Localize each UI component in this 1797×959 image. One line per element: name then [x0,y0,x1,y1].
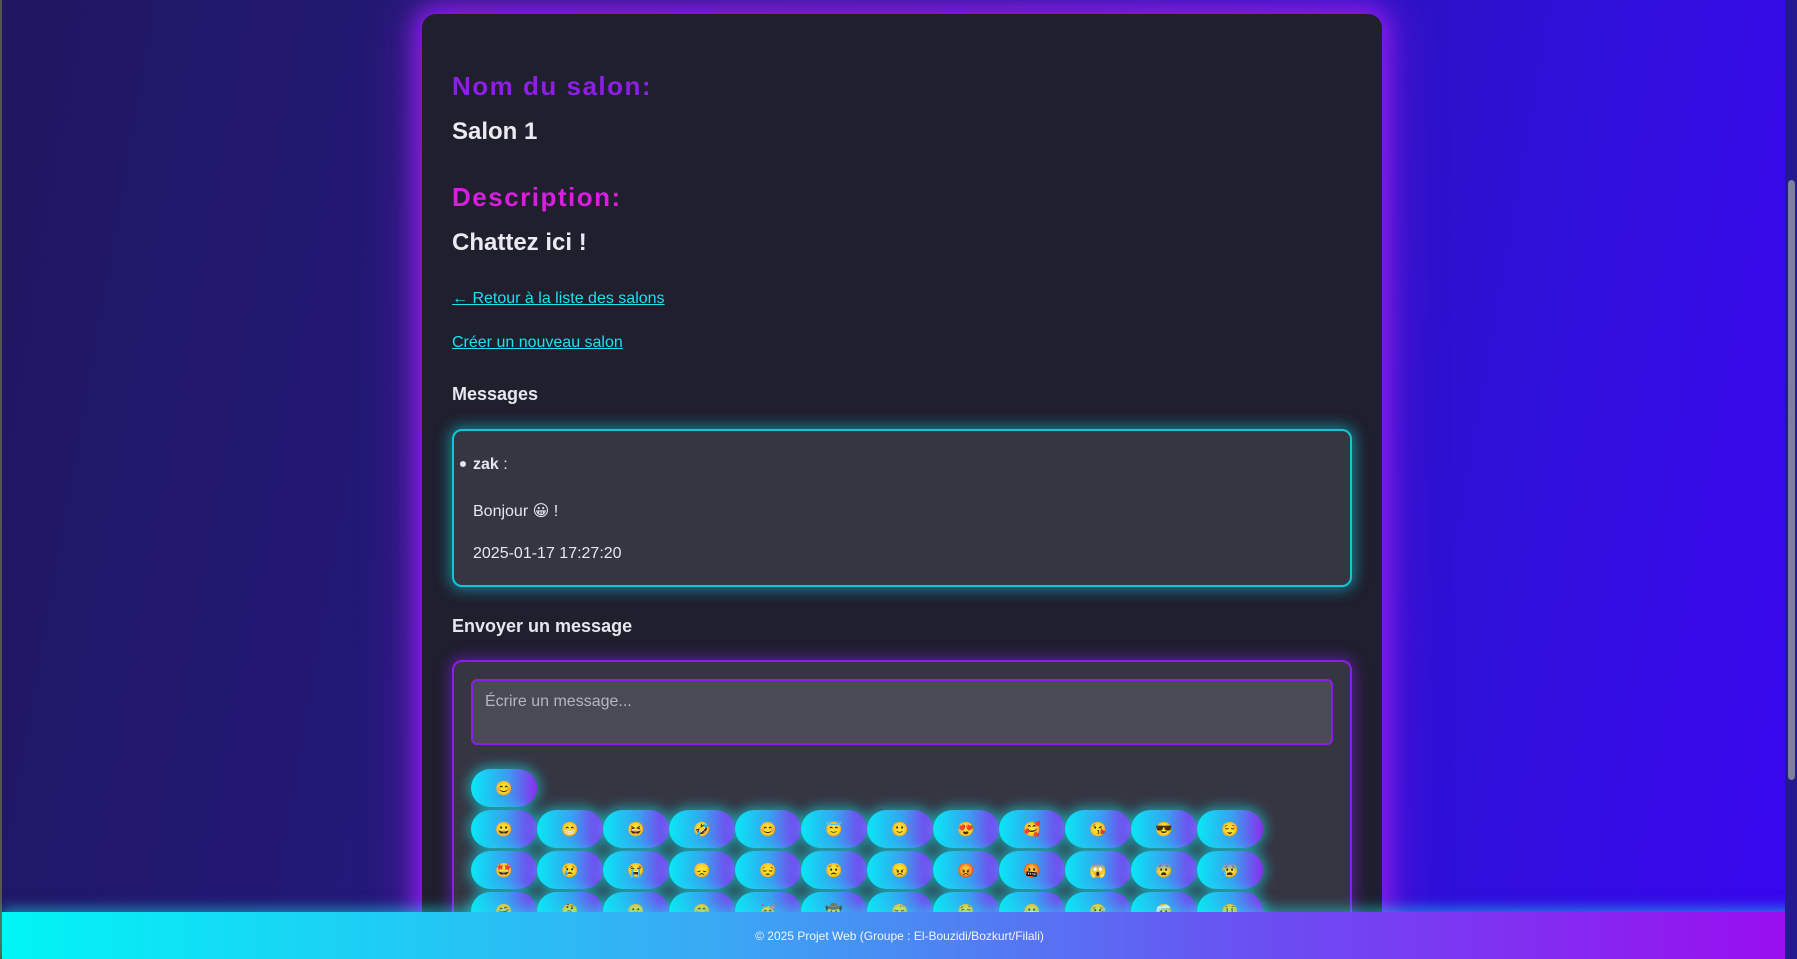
room-name: Salon 1 [452,118,538,145]
message-author: zak : [473,456,508,474]
footer: © 2025 Projet Web (Groupe : El-Bouzidi/B… [2,912,1797,959]
message-timestamp: 2025-01-17 17:27:20 [473,545,622,562]
create-room-link[interactable]: Créer un nouveau salon [452,334,623,352]
emoji-button[interactable]: 😔 [735,851,801,889]
window-edge [0,0,2,959]
emoji-button[interactable]: 😍 [933,810,999,848]
room-name-label: Nom du salon: [452,71,653,101]
footer-text: © 2025 Projet Web (Groupe : El-Bouzidi/B… [755,928,1044,943]
room-description-label: Description: [452,182,622,212]
emoji-button[interactable]: 😌 [1197,810,1263,848]
message-input[interactable] [471,679,1333,745]
emoji-button[interactable]: 😡 [933,851,999,889]
emoji-button[interactable]: 🤬 [999,851,1065,889]
emoji-button[interactable]: 😇 [801,810,867,848]
emoji-button[interactable]: 😆 [603,810,669,848]
emoji-button[interactable]: 😞 [669,851,735,889]
emoji-button[interactable]: 😠 [867,851,933,889]
emoji-button[interactable]: 🥰 [999,810,1065,848]
emoji-button[interactable]: 🤩 [471,851,537,889]
message-author-separator: : [498,456,508,473]
messages-heading: Messages [452,384,539,404]
room-card: Nom du salon: Salon 1 Description: Chatt… [422,14,1382,959]
emoji-button[interactable]: 😭 [603,851,669,889]
message-text: Bonjour 😀 ! [473,503,559,520]
emoji-button[interactable]: 😨 [1131,851,1197,889]
message-author-name: zak [473,456,499,473]
page-scrollbar[interactable] [1785,0,1797,959]
emoji-button[interactable]: 😱 [1065,851,1131,889]
emoji-button[interactable]: 🙂 [867,810,933,848]
emoji-button[interactable]: 😟 [801,851,867,889]
emoji-button[interactable]: 😁 [537,810,603,848]
scrollbar-thumb[interactable] [1788,180,1795,780]
emoji-button[interactable]: 😰 [1197,851,1263,889]
back-to-rooms-link[interactable]: ← Retour à la liste des salons [452,290,665,308]
emoji-picker-toggle-button[interactable]: 😊 [471,769,537,807]
emoji-button[interactable]: 😢 [537,851,603,889]
send-message-heading: Envoyer un message [452,616,633,636]
emoji-button[interactable]: 😊 [735,810,801,848]
room-description: Chattez ici ! [452,229,587,256]
emoji-button[interactable]: 🤣 [669,810,735,848]
list-bullet [460,461,466,467]
emoji-button[interactable]: 😘 [1065,810,1131,848]
emoji-button[interactable]: 😀 [471,810,537,848]
emoji-button[interactable]: 😎 [1131,810,1197,848]
messages-list: zak : Bonjour 😀 ! 2025-01-17 17:27:20 [452,429,1352,587]
